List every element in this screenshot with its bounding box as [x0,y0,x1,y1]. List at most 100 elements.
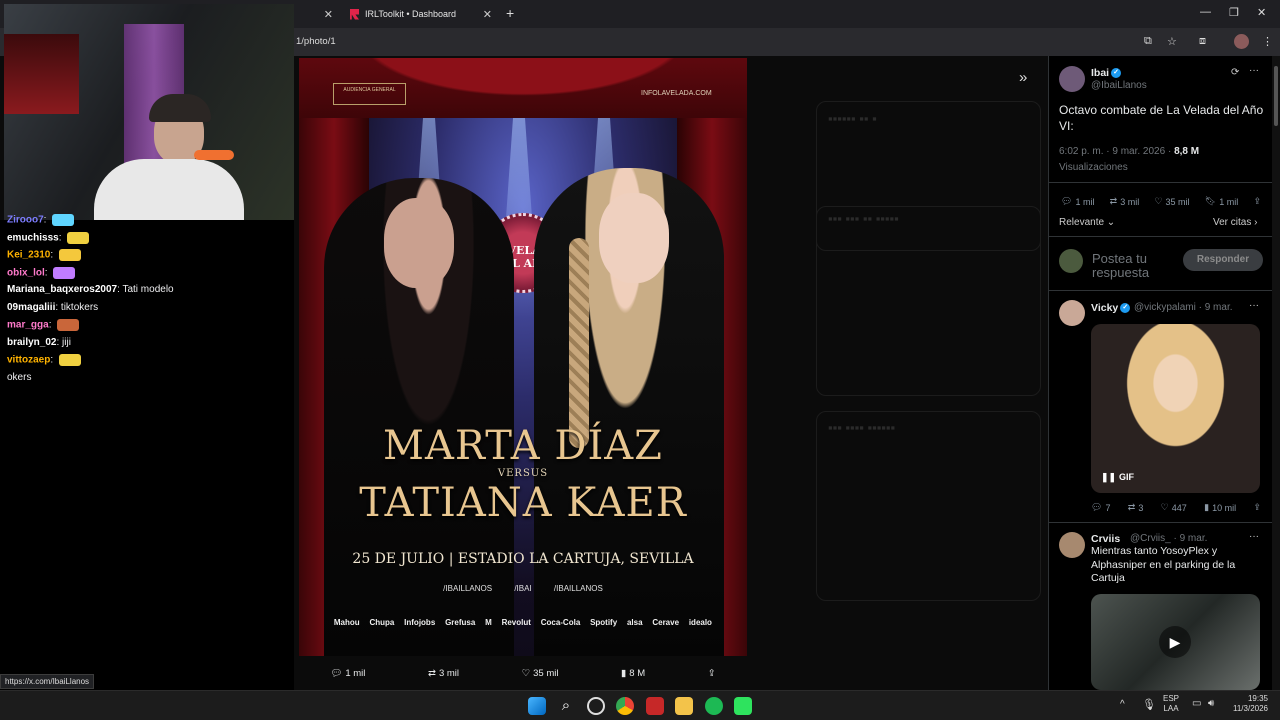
poster-website: INFOLAVELADA.COM [641,90,712,97]
reply-button[interactable]: 💬︎ 1 mil [1061,196,1094,207]
chat-username[interactable]: Zirooo7 [7,215,44,226]
views-label: Visualizaciones [1059,162,1128,173]
tab-previous[interactable]: ✕ [294,0,339,28]
sponsor: Mahou [333,618,360,627]
taskbar: ⌕ ^ 🎙︎ ESP LAA ▭ 🔊︎ 19:35 11/3/2026 [0,690,1280,720]
reply-input[interactable]: Postea tu respuesta [1092,252,1182,280]
views-button[interactable]: ▮ 8 M [621,668,645,679]
play-icon[interactable]: ▶ [1159,626,1191,658]
install-icon[interactable]: ⧉ [1144,35,1152,48]
reply-handle[interactable]: @vickypalami · 9 mar. [1134,302,1233,313]
share-button[interactable]: ⇪ [1253,196,1261,207]
extensions-icon[interactable]: ⧈ [1199,35,1206,48]
chart-icon: ▮ [621,667,627,679]
versus-text: VERSUS [497,468,549,479]
windows-start-icon[interactable] [528,697,546,715]
reply-handle[interactable]: @Crviis_ · 9 mar. [1130,533,1207,544]
close-tab-icon[interactable]: ✕ [324,8,333,21]
chat-username[interactable]: 09magaliii [7,302,55,313]
reply-submit-button[interactable]: Responder [1183,249,1263,271]
url-text[interactable]: 1/photo/1 [296,36,336,47]
profile-avatar[interactable] [1234,34,1249,49]
chart-icon: ▮ [1204,502,1210,512]
repost-icon: ⇄ [1109,196,1118,206]
clock[interactable]: 19:35 11/3/2026 [1228,694,1268,714]
repost-button[interactable]: ⇄ 3 [1128,502,1144,513]
bookmark-button[interactable]: 🔖︎ 1 mil [1205,196,1238,207]
reply-gif[interactable]: ❚❚ GIF [1091,324,1260,493]
more-icon[interactable]: ··· [1249,65,1259,76]
chat-username[interactable]: brailyn_02 [7,337,56,348]
repost-button[interactable]: ⇄ 3 mil [428,668,459,679]
gif-badge: GIF [1119,472,1134,482]
avatar[interactable] [1059,66,1085,92]
chrome-icon[interactable] [616,697,634,715]
author-name[interactable]: Ibai ✓ [1091,67,1122,79]
twitch-handle: /IBAI [514,584,532,593]
avatar[interactable] [1059,532,1085,558]
chat-username[interactable]: mar_gga [7,320,49,331]
more-icon[interactable]: ··· [1249,531,1259,542]
emote-icon [58,249,81,261]
like-button[interactable]: ♡ 35 mil [522,668,559,679]
like-button[interactable]: ♡ 35 mil [1154,196,1189,207]
tweet-meta: 6:02 p. m. · 9 mar. 2026 · 8,8 M [1059,146,1200,157]
network-icon[interactable]: ▭ [1192,698,1201,709]
pause-icon[interactable]: ❚❚ [1101,472,1116,483]
chat-username[interactable]: emuchisss [7,232,59,243]
menu-dots-icon[interactable]: ⋮ [1262,35,1273,48]
sponsor: Infojobs [404,618,436,627]
chat-username[interactable]: vittozaep [7,355,50,366]
divider [1049,236,1272,237]
chat-username[interactable]: obix_lol [7,267,45,278]
share-button[interactable]: ⇪ [1253,502,1261,513]
reply-button[interactable]: 💬︎ 7 [1091,502,1110,513]
minimize-icon[interactable]: — [1200,6,1211,18]
share-icon: ⇪ [1253,196,1261,206]
sponsor: Revolut [501,618,531,627]
like-button[interactable]: ♡ 447 [1161,502,1187,513]
reply-button[interactable]: 💬︎ 1 mil [330,668,365,679]
quotes-link[interactable]: Ver citas › [1213,217,1257,228]
avatar[interactable] [1059,300,1085,326]
chat-text: jiji [62,336,71,348]
kick-icon[interactable] [734,697,752,715]
repost-icon: ⇄ [427,667,436,679]
scrollbar[interactable] [1272,56,1280,690]
chevron-up-icon[interactable]: ^ [1120,699,1125,710]
mic-icon[interactable]: 🎙︎ [1142,698,1156,711]
file-explorer-icon[interactable] [675,697,693,715]
ghost-box [816,411,1041,601]
share-button[interactable]: ⇪ [708,668,716,679]
close-tab-icon[interactable]: ✕ [483,8,492,21]
sort-dropdown[interactable]: Relevante ⌄ [1059,217,1115,228]
reply-author-name[interactable]: Vicky ✓ [1091,302,1131,314]
new-tab-icon[interactable]: + [506,5,514,21]
grok-icon[interactable]: ⟳ [1231,67,1239,78]
bookmark-star-icon[interactable]: ☆ [1167,35,1177,48]
tiktok-handle: /IBAILLANOS [553,584,603,593]
close-window-icon[interactable]: ✕ [1257,6,1266,19]
reply-author-name[interactable]: Crviis [1091,533,1120,545]
chat-username[interactable]: Mariana_baqxeros2007 [7,284,117,295]
poster-socials: /IBAILLANOS /IBAI /IBAILLANOS [299,584,747,593]
repost-button[interactable]: ⇄ 3 mil [1110,196,1140,207]
more-icon[interactable]: ··· [1249,300,1259,311]
maximize-icon[interactable]: ❐ [1229,6,1239,19]
verified-icon: ✓ [1111,68,1122,79]
app-icon[interactable] [646,697,664,715]
search-icon[interactable]: ⌕ [557,697,575,715]
volume-icon[interactable]: 🔊︎ [1208,698,1214,709]
collapse-panel-icon[interactable]: » [1019,69,1027,86]
tab-irltoolkit[interactable]: IRLToolkit • Dashboard ✕ [342,0,498,28]
author-handle[interactable]: @IbaiLlanos [1091,80,1147,91]
obs-icon[interactable] [587,697,605,715]
sponsor-row: Mahou Chupa Infojobs Grefusa M Revolut C… [299,618,747,627]
language-indicator[interactable]: ESP LAA [1163,694,1179,714]
chat-username[interactable]: Kei_2310 [7,250,50,261]
tweet-image[interactable]: LA VELADA DEL AÑO AUDIENCIA GENERAL INFO… [299,58,747,656]
views-button[interactable]: ▮ 10 mil [1204,502,1236,513]
spotify-icon[interactable] [705,697,723,715]
reply-video[interactable]: ▶ [1091,594,1260,690]
tweet-actions: 💬︎ 1 mil ⇄ 3 mil ♡ 35 mil 🔖︎ 1 mil ⇪ [1061,196,1261,207]
